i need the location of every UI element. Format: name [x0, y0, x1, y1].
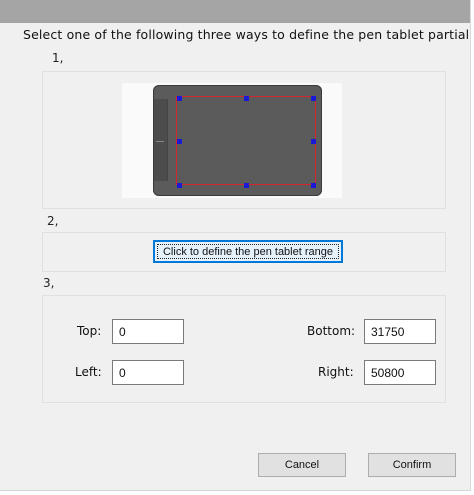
- confirm-label: Confirm: [392, 459, 432, 471]
- section-3-label: 3,: [43, 276, 55, 290]
- bottom-input[interactable]: [364, 319, 436, 344]
- right-input[interactable]: [364, 360, 436, 385]
- tablet-express-key-strip: [154, 99, 168, 181]
- resize-handle-middle-right[interactable]: [311, 139, 316, 144]
- resize-handle-top-left[interactable]: [177, 96, 182, 101]
- section-2-label: 2,: [47, 214, 59, 228]
- resize-handle-bottom-right[interactable]: [311, 183, 316, 188]
- bottom-label: Bottom:: [307, 324, 356, 338]
- tablet-strip-mark: [156, 141, 164, 142]
- tablet-area-dialog: Select one of the following three ways t…: [0, 0, 471, 491]
- focus-rectangle: [157, 244, 339, 259]
- section-3-panel: [42, 295, 446, 403]
- left-label: Left:: [75, 365, 102, 379]
- left-input[interactable]: [112, 360, 184, 385]
- dialog-heading: Select one of the following three ways t…: [23, 27, 470, 42]
- define-range-button[interactable]: Click to define the pen tablet range: [153, 240, 343, 263]
- confirm-button[interactable]: Confirm: [368, 453, 456, 477]
- resize-handle-middle-left[interactable]: [177, 139, 182, 144]
- resize-handle-bottom-center[interactable]: [244, 183, 249, 188]
- resize-handle-top-right[interactable]: [311, 96, 316, 101]
- top-input[interactable]: [112, 319, 184, 344]
- right-label: Right:: [318, 365, 354, 379]
- top-label: Top:: [77, 324, 102, 338]
- section-1-label: 1,: [52, 51, 64, 65]
- resize-handle-bottom-left[interactable]: [177, 183, 182, 188]
- active-area-rectangle[interactable]: [176, 96, 316, 185]
- title-bar[interactable]: [0, 0, 470, 23]
- resize-handle-top-center[interactable]: [244, 96, 249, 101]
- cancel-label: Cancel: [284, 459, 320, 471]
- cancel-button[interactable]: Cancel: [258, 453, 346, 477]
